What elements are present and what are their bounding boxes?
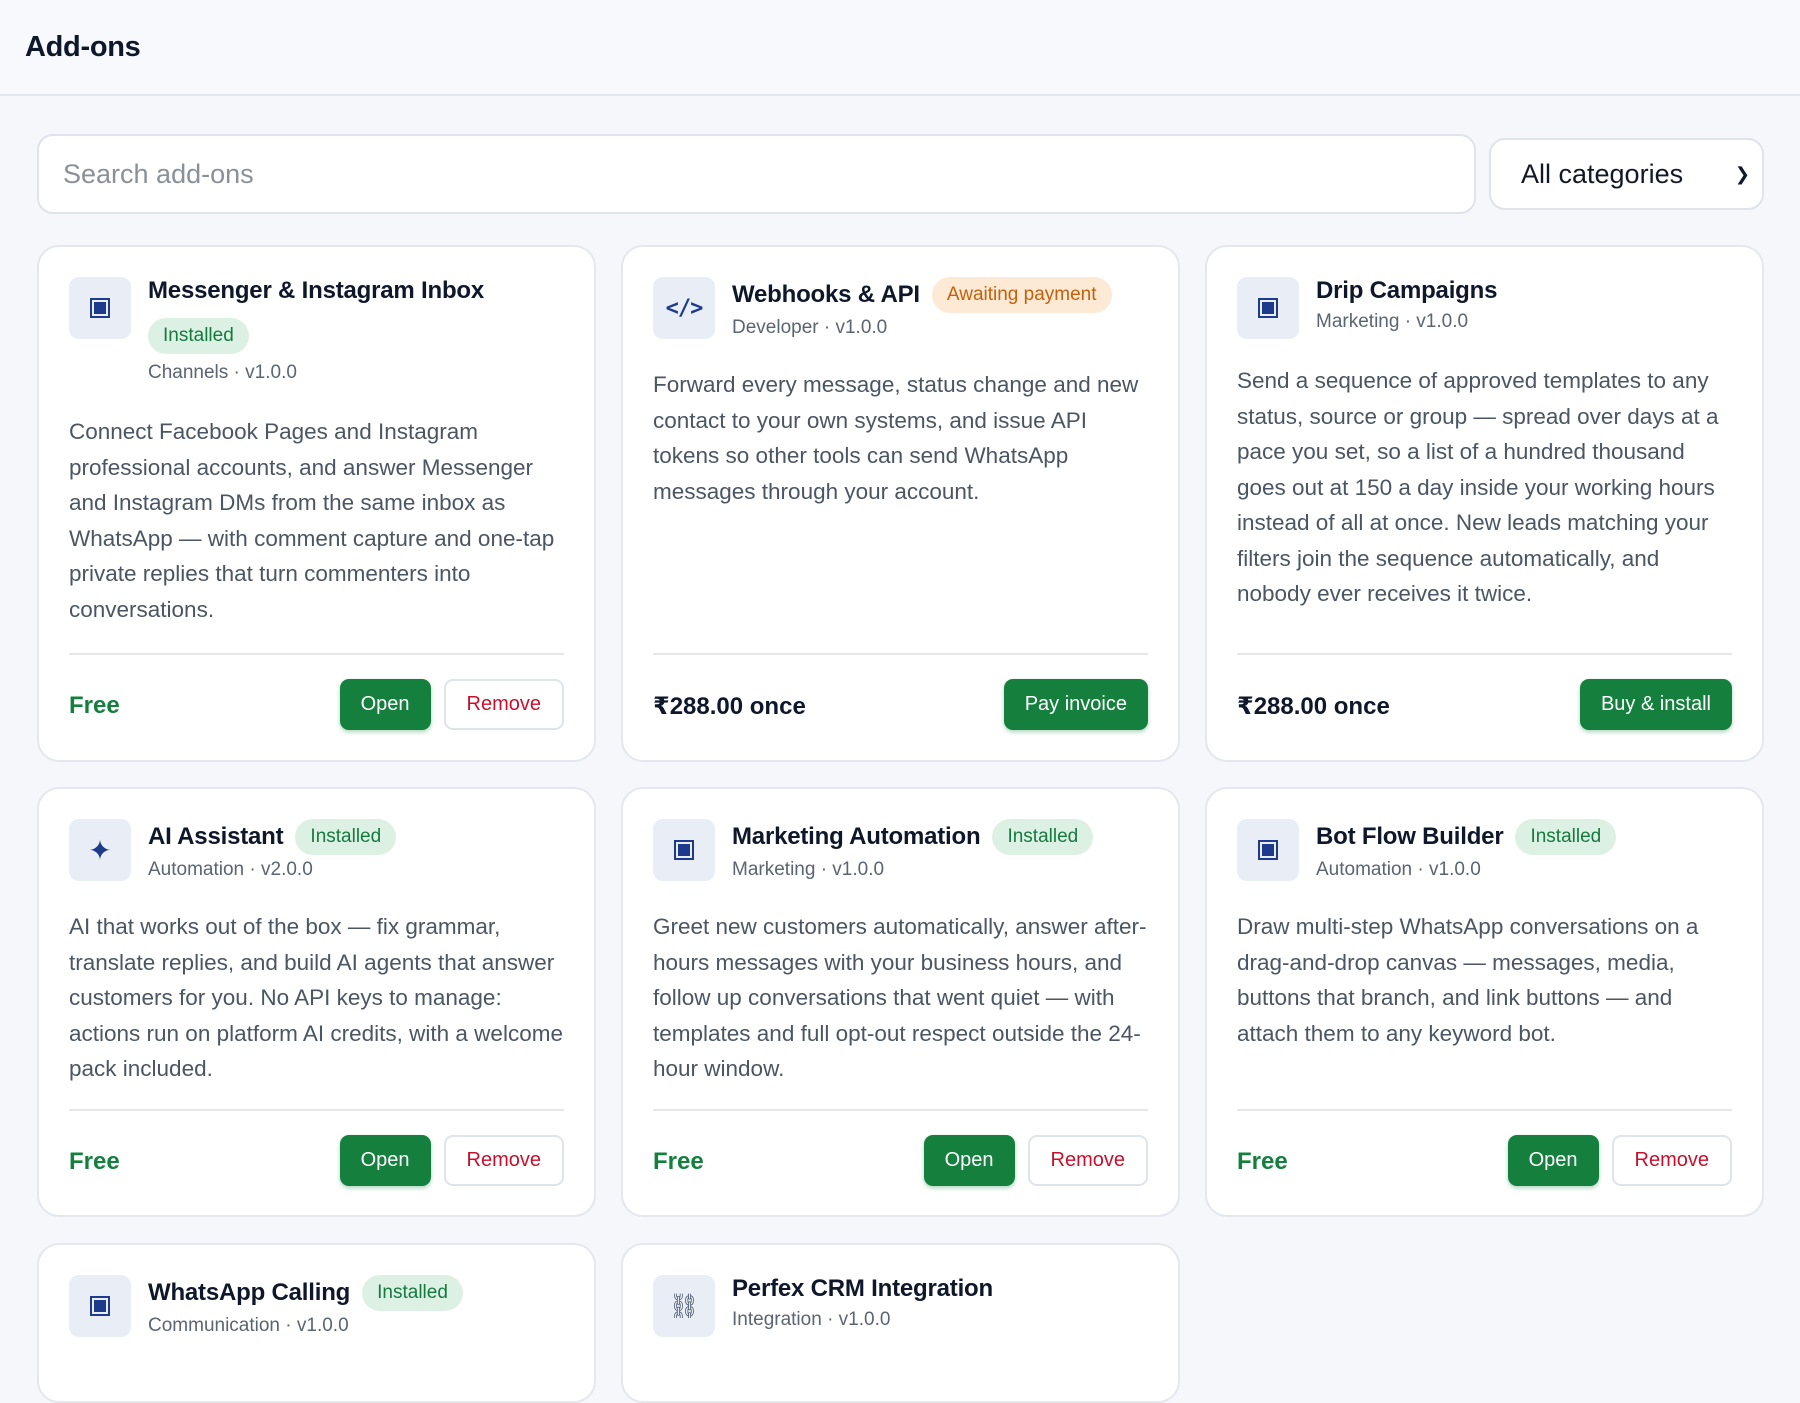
addon-description: Draw multi-step WhatsApp conversations o…	[1237, 914, 1699, 1046]
remove-button[interactable]: Remove	[1027, 1135, 1148, 1186]
addon-card-drip-campaigns: Drip Campaigns Marketing · v1.0.0 Send a…	[1205, 245, 1764, 762]
addon-meta: Automation · v1.0.0	[1316, 859, 1481, 880]
remove-button[interactable]: Remove	[1611, 1135, 1732, 1186]
addon-meta: Automation · v2.0.0	[148, 859, 313, 880]
addon-title: WhatsApp Calling	[148, 1279, 351, 1306]
addon-price: ₹288.00 once	[653, 693, 806, 720]
status-badge: Installed	[1515, 819, 1617, 855]
addon-title: Drip Campaigns	[1316, 277, 1498, 304]
status-badge: Awaiting payment	[931, 277, 1112, 313]
square-icon	[69, 1275, 131, 1337]
addon-description: Forward every message, status change and…	[653, 372, 1139, 504]
addon-title: Messenger & Instagram Inbox	[148, 277, 485, 304]
chevron-down-icon: ❯	[1734, 163, 1750, 184]
remove-button[interactable]: Remove	[443, 679, 564, 730]
status-badge: Installed	[992, 819, 1094, 855]
square-icon	[69, 277, 131, 339]
buy-install-button[interactable]: Buy & install	[1579, 679, 1732, 730]
code-icon: </>	[653, 277, 715, 339]
addon-card-messenger-instagram: Messenger & Instagram Inbox Installed Ch…	[37, 245, 596, 762]
addon-title: Webhooks & API	[732, 281, 920, 308]
addon-price: Free	[1237, 1148, 1288, 1175]
square-icon	[1237, 819, 1299, 881]
addon-meta: Marketing · v1.0.0	[1316, 311, 1469, 332]
addon-title: Bot Flow Builder	[1316, 823, 1504, 850]
open-button[interactable]: Open	[923, 1135, 1015, 1186]
filters-row: All categories ❯	[37, 134, 1764, 214]
addon-description: Connect Facebook Pages and Instagram pro…	[69, 419, 555, 622]
open-button[interactable]: Open	[339, 679, 431, 730]
status-badge: Installed	[362, 1275, 463, 1311]
addon-title: Perfex CRM Integration	[732, 1275, 993, 1302]
square-icon	[1237, 277, 1299, 339]
divider	[653, 1109, 1148, 1111]
addon-title: AI Assistant	[148, 823, 284, 850]
open-button[interactable]: Open	[1507, 1135, 1599, 1186]
square-icon	[653, 819, 715, 881]
addon-card-bot-flow-builder: Bot Flow Builder Installed Automation · …	[1205, 787, 1764, 1217]
addon-price: Free	[69, 692, 120, 719]
addon-meta: Communication · v1.0.0	[148, 1315, 349, 1336]
divider	[69, 1109, 564, 1111]
category-select-value: All categories	[1521, 158, 1684, 189]
divider	[69, 653, 564, 655]
link-icon: ⛓	[653, 1275, 715, 1337]
addon-price: ₹288.00 once	[1237, 693, 1390, 720]
divider	[1237, 1109, 1732, 1111]
search-input[interactable]	[63, 158, 1450, 190]
remove-button[interactable]: Remove	[443, 1135, 564, 1186]
addon-description: AI that works out of the box — fix gramm…	[69, 914, 563, 1081]
addon-title: Marketing Automation	[732, 823, 981, 850]
open-button[interactable]: Open	[339, 1135, 431, 1186]
status-badge: Installed	[295, 819, 397, 855]
top-bar: Add-ons	[0, 0, 1800, 96]
sparkle-icon: ✦	[69, 819, 131, 881]
status-badge: Installed	[148, 318, 249, 354]
addon-price: Free	[69, 1148, 120, 1175]
search-box[interactable]	[37, 134, 1476, 214]
addon-meta: Channels · v1.0.0	[148, 362, 297, 383]
addon-card-webhooks-api: </> Webhooks & API Awaiting payment Deve…	[621, 245, 1180, 762]
pay-invoice-button[interactable]: Pay invoice	[1003, 679, 1148, 730]
addon-card-perfex-crm: ⛓ Perfex CRM Integration Integration · v…	[621, 1243, 1180, 1403]
addon-card-marketing-automation: Marketing Automation Installed Marketing…	[621, 787, 1180, 1217]
addon-description: Greet new customers automatically, answe…	[653, 914, 1147, 1081]
addon-card-whatsapp-calling: WhatsApp Calling Installed Communication…	[37, 1243, 596, 1403]
addon-meta: Marketing · v1.0.0	[732, 859, 885, 880]
addon-price: Free	[653, 1148, 704, 1175]
divider	[1237, 653, 1732, 655]
addon-description: Send a sequence of approved templates to…	[1237, 368, 1719, 606]
addon-meta: Developer · v1.0.0	[732, 317, 888, 338]
addon-meta: Integration · v1.0.0	[732, 1309, 891, 1330]
addon-card-ai-assistant: ✦ AI Assistant Installed Automation · v2…	[37, 787, 596, 1217]
page-title: Add-ons	[25, 30, 141, 63]
category-select[interactable]: All categories ❯	[1489, 138, 1764, 210]
divider	[653, 653, 1148, 655]
